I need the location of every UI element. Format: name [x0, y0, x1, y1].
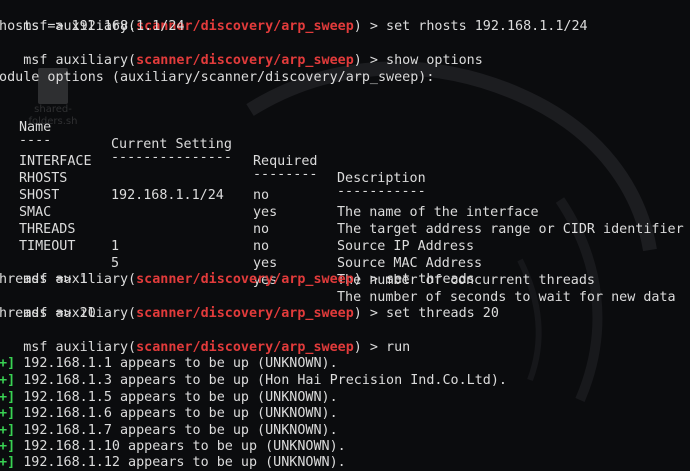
option-value: 1 — [111, 239, 120, 254]
separator: ----------- — [337, 184, 426, 199]
prompt-module: scanner/discovery/arp_sweep — [136, 306, 354, 321]
prompt-suffix: ) > — [353, 272, 387, 287]
command-text: set threads 20 — [386, 306, 499, 321]
prompt-line: msf auxiliary(scanner/discovery/arp_swee… — [0, 288, 499, 321]
prompt-prefix: msf auxiliary( — [23, 53, 137, 68]
prompt-module: scanner/discovery/arp_sweep — [136, 53, 354, 68]
output-line: rhosts => 192.168.1.1/24 — [0, 19, 185, 34]
success-marker: [+] — [0, 439, 16, 454]
result-line: [+] 192.168.1.1 appears to be up (UNKNOW… — [0, 355, 338, 372]
module-options-heading: Module options (auxiliary/scanner/discov… — [0, 70, 435, 85]
prompt-module: scanner/discovery/arp_sweep — [136, 340, 354, 355]
table-row: RHOSTS 192.168.1.1/24 yes The target add… — [0, 153, 684, 237]
prompt-suffix: ) > — [353, 53, 387, 68]
success-marker: [+] — [0, 423, 16, 438]
prompt-line: msf auxiliary(scanner/discovery/arp_swee… — [0, 35, 483, 68]
result-text: 192.168.1.3 appears to be up (Hon Hai Pr… — [23, 373, 507, 388]
success-marker: [+] — [0, 455, 16, 470]
prompt-suffix: ) > — [353, 19, 387, 34]
result-text: 192.168.1.6 appears to be up (UNKNOWN). — [23, 406, 338, 421]
option-required: no — [253, 188, 270, 203]
prompt-line: msf auxiliary(scanner/discovery/arp_swee… — [0, 322, 410, 355]
command-text: run — [386, 340, 411, 355]
table-row: THREADS 1 yes The number of concurrent t… — [0, 204, 595, 288]
table-separator-row: ---- --------------- -------- ----------… — [0, 115, 426, 199]
result-line: [+] 192.168.1.10 appears to be up (UNKNO… — [0, 438, 346, 455]
success-marker: [+] — [0, 406, 16, 421]
separator: -------- — [253, 167, 318, 182]
option-name: TIMEOUT — [19, 239, 76, 254]
table-row: INTERFACE no The name of the interface — [0, 136, 539, 220]
option-value: 192.168.1.1/24 — [111, 188, 224, 203]
command-text: set threads — [386, 272, 475, 287]
result-text: 192.168.1.10 appears to be up (UNKNOWN). — [23, 439, 346, 454]
result-text: 192.168.1.12 appears to be up (UNKNOWN). — [23, 455, 346, 470]
result-line: [+] 192.168.1.3 appears to be up (Hon Ha… — [0, 372, 507, 389]
option-description: The name of the interface — [337, 205, 539, 220]
prompt-module: scanner/discovery/arp_sweep — [136, 272, 354, 287]
option-description: Source IP Address — [337, 239, 475, 254]
table-row: SHOST no Source IP Address — [0, 170, 474, 254]
result-text: 192.168.1.5 appears to be up (UNKNOWN). — [23, 390, 338, 405]
prompt-suffix: ) > — [353, 340, 387, 355]
success-marker: [+] — [0, 390, 16, 405]
command-text: show options — [386, 53, 483, 68]
prompt-prefix: msf auxiliary( — [23, 340, 137, 355]
success-marker: [+] — [0, 356, 16, 371]
result-line: [+] 192.168.1.6 appears to be up (UNKNOW… — [0, 405, 338, 422]
table-row: TIMEOUT 5 yes The number of seconds to w… — [0, 221, 676, 305]
prompt-suffix: ) > — [353, 306, 387, 321]
result-line: [+] 192.168.1.7 appears to be up (UNKNOW… — [0, 422, 338, 439]
prompt-line: msf auxiliary(scanner/discovery/arp_swee… — [0, 1, 587, 34]
option-required: yes — [253, 205, 278, 220]
result-line: [+] 192.168.1.5 appears to be up (UNKNOW… — [0, 389, 338, 406]
option-description: The target address range or CIDR identif… — [337, 222, 684, 237]
option-required: no — [253, 239, 270, 254]
command-text: set rhosts 192.168.1.1/24 — [386, 19, 588, 34]
table-row: SMAC no Source MAC Address — [0, 187, 482, 271]
result-line: [+] 192.168.1.12 appears to be up (UNKNO… — [0, 454, 346, 471]
output-line: threads => 1 — [0, 272, 88, 287]
prompt-line: msf auxiliary(scanner/discovery/arp_swee… — [0, 254, 474, 287]
output-line: threads => 20 — [0, 306, 96, 321]
separator: --------------- — [111, 150, 232, 165]
result-text: 192.168.1.7 appears to be up (UNKNOWN). — [23, 423, 338, 438]
success-marker: [+] — [0, 373, 16, 388]
terminal-output[interactable]: msf auxiliary(scanner/discovery/arp_swee… — [0, 1, 690, 471]
option-required: no — [253, 222, 270, 237]
result-text: 192.168.1.1 appears to be up (UNKNOWN). — [23, 356, 338, 371]
